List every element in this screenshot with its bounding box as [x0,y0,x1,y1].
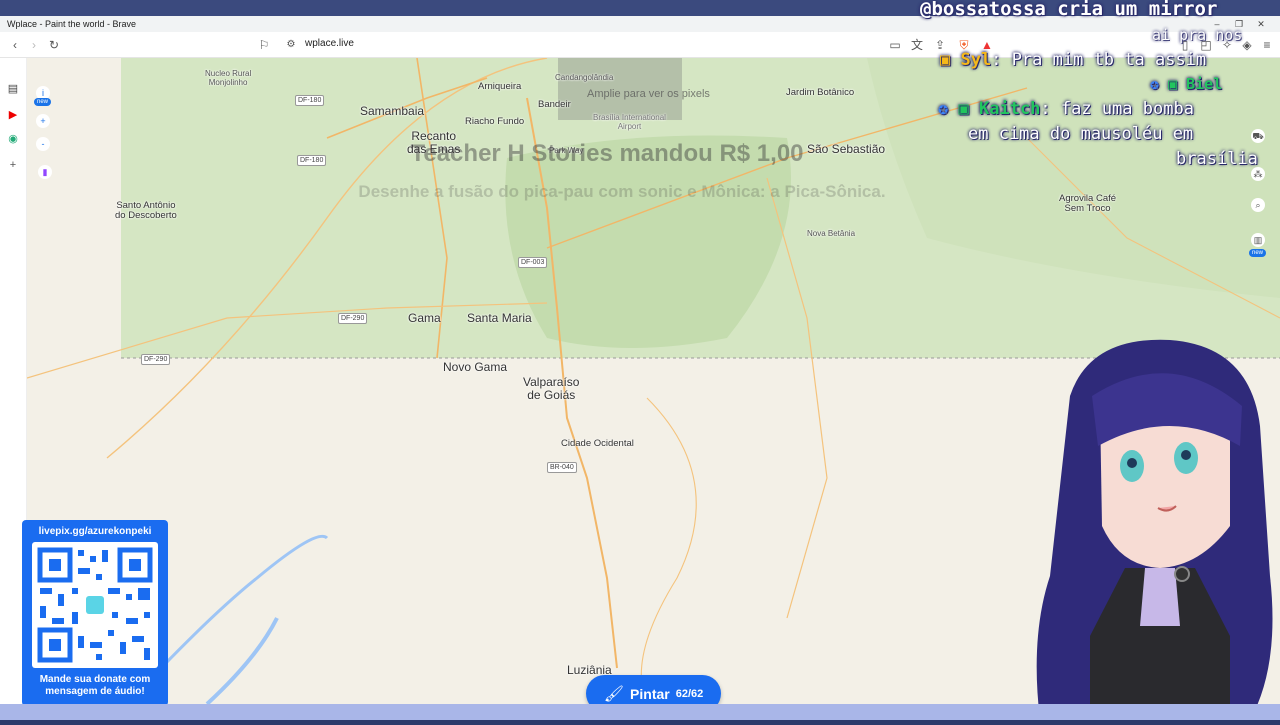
twitch-icon[interactable]: ▮ [38,165,52,179]
place-nucleo-rural: Nucleo Rural Monjolinho [205,69,252,87]
chat-text-kaitch-line2: em cima do mausoléu em [968,124,1194,144]
place-santo-antonio: Santo Antônio do Descoberto [115,200,177,222]
chat-line-mirror: @bossatossa cria um mirror [920,0,1218,20]
reload-icon[interactable]: ↻ [45,36,63,54]
place-cidade-ocidental: Cidade Ocidental [561,438,634,449]
donation-url: livepix.gg/azurekonpeki [38,526,152,537]
paint-charges-count: 62/62 [675,687,704,700]
chat-line-pra-nos: ai pra nos [1152,26,1243,44]
place-gama: Gama [408,311,441,325]
zoom-in-button[interactable]: + [36,114,50,128]
place-nova-betania: Nova Betânia [807,229,856,238]
road-df003: DF-003 [518,257,548,268]
store-icon[interactable]: ⛟ [1251,129,1265,143]
place-valparaiso: Valparaíso de Goiás [523,375,580,403]
chat-author-biel: Biel [1186,75,1223,93]
youtube-chat-icon: ▣ [940,50,951,70]
new-badge: new [34,98,52,106]
donation-caption-line1: Mande sua donate com [39,674,151,685]
road-df180-south: DF-180 [297,155,327,166]
chat-text-kaitch-line3: brasília [1176,149,1258,169]
chat-message-syl: ▣ Syl: Pra mim tb ta assim [940,50,1206,70]
road-df290-east: DF-290 [338,313,368,324]
donation-qr-panel: livepix.gg/azurekonpeki Mande sua donate… [22,520,168,706]
add-icon[interactable]: + [6,158,20,172]
zoom-hint-text: Amplie para ver os pixels [587,88,710,100]
leaderboard-new-badge: new [1249,249,1267,257]
place-candangolandia: Candangolândia [555,73,614,82]
panel-icon[interactable]: ▤ [6,82,20,96]
chat-author-kaitch: Kaitch [979,99,1041,119]
palette-icon[interactable]: ⁂ [1251,167,1265,181]
paint-button[interactable]: 🖌 Pintar 62/62 [586,675,721,704]
close-icon[interactable]: ✕ [1250,16,1272,32]
place-riacho-fundo: Riacho Fundo [465,116,525,127]
site-info-icon[interactable]: ⚙ [282,36,300,54]
twitch-chat-icon: ▣ [958,99,969,119]
place-agrovila: Agrovila Café Sem Troco [1059,193,1117,215]
paint-button-label: Pintar [630,685,670,702]
chat-message-kaitch: ✪ ▣ Kaitch: faz uma bomba [938,99,1194,119]
star-badge-icon: ✪ [938,99,949,119]
donation-caption-line2: mensagem de áudio! [45,686,145,697]
chat-message-biel: ✪ ▣ Biel [1150,75,1222,93]
star-badge-icon: ✪ [1150,75,1160,93]
forward-icon[interactable]: › [25,36,43,54]
vtuber-avatar [1030,336,1280,720]
place-arniqueira: Arniqueira [478,81,522,92]
place-jardim-botanico: Jardim Botânico [786,87,855,98]
place-santa-maria: Santa Maria [467,311,532,325]
leaderboard-icon[interactable]: ▥ [1251,233,1265,247]
window-title: Wplace - Paint the world - Brave [7,19,137,29]
menu-icon[interactable]: ≡ [1258,36,1276,54]
place-samambaia: Samambaia [360,104,425,118]
cast-icon[interactable]: ▭ [886,36,904,54]
chat-text-syl: : Pra mim tb ta assim [991,50,1207,70]
chat-text-kaitch: : faz uma bomba [1040,99,1194,119]
locate-icon[interactable]: ⌕ [1251,198,1265,212]
youtube-icon[interactable]: ▶ [6,108,20,122]
place-airport: Brasília International Airport [593,113,666,131]
donation-alert-title: Teacher H Stories mandou R$ 1,00 [410,140,804,167]
donation-caption: Mande sua donate com mensagem de áudio! [22,674,168,698]
road-df290-west: DF-290 [141,354,171,365]
bookmark-icon[interactable]: ⚐ [255,36,273,54]
stream-bottom-bar [0,704,1280,720]
donation-alert-message: Desenhe a fusão do pica-pau com sonic e … [358,182,886,201]
chat-author-syl: Syl [960,50,992,70]
twitch-chat-icon: ▣ [1168,75,1178,93]
road-br040: BR-040 [547,462,577,473]
road-df180-north: DF-180 [295,95,325,106]
address-bar[interactable]: wplace.live [305,38,354,49]
place-bandeirante: Bandeir [538,99,571,110]
place-novo-gama: Novo Gama [443,360,508,374]
back-icon[interactable]: ‹ [6,36,24,54]
qr-code [32,542,158,668]
brush-icon: 🖌 [603,685,625,703]
zoom-out-button[interactable]: - [36,137,50,151]
place-sao-sebastiao: São Sebastião [807,142,886,156]
translate-icon[interactable]: 文 [908,36,926,54]
wplace-icon[interactable]: ◉ [6,132,20,146]
